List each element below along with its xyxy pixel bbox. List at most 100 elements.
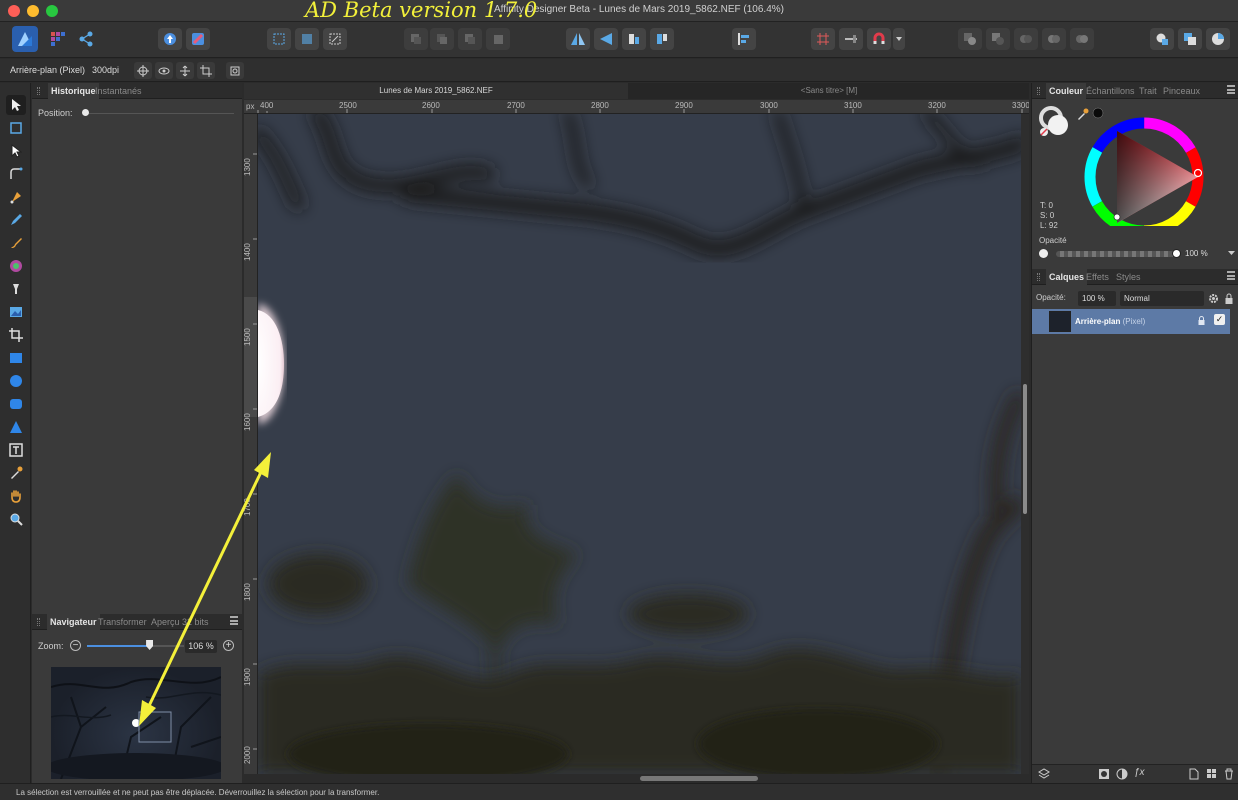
layers-stack-icon[interactable] xyxy=(1038,768,1050,780)
color-wheel[interactable] xyxy=(1079,116,1207,226)
snapping-magnet-icon[interactable] xyxy=(867,28,891,50)
boolean-subtract-icon[interactable] xyxy=(986,28,1010,50)
arrange-back-icon[interactable] xyxy=(404,28,428,50)
flip-horizontal-icon[interactable] xyxy=(566,28,590,50)
align-icon[interactable] xyxy=(732,28,756,50)
corner-tool-icon[interactable] xyxy=(6,164,26,184)
snapping-dropdown-icon[interactable] xyxy=(893,28,905,50)
boolean-intersect-icon[interactable] xyxy=(1014,28,1038,50)
pixel-persona-icon[interactable] xyxy=(46,28,70,50)
show-bounding-box-icon[interactable] xyxy=(155,62,173,79)
group-layers-icon[interactable] xyxy=(1206,768,1217,780)
select-all-icon[interactable] xyxy=(267,28,291,50)
boolean-add-icon[interactable] xyxy=(958,28,982,50)
zoom-value-field[interactable]: 106 % xyxy=(185,640,217,653)
vertical-scroll-thumb[interactable] xyxy=(1023,384,1027,514)
insert-behind-icon[interactable] xyxy=(1178,28,1202,50)
layer-row[interactable]: Arrière-plan (Pixel) ✓ xyxy=(1032,309,1230,334)
transparency-tool-icon[interactable] xyxy=(6,279,26,299)
horizontal-ruler[interactable]: px 400 2500 2600 2700 2800 2900 3000 310… xyxy=(244,100,1029,114)
delete-layer-icon[interactable] xyxy=(1224,768,1234,780)
pen-tool-icon[interactable] xyxy=(6,187,26,207)
zoom-in-icon[interactable]: + xyxy=(223,640,234,651)
frame-text-tool-icon[interactable] xyxy=(6,440,26,460)
boolean-xor-icon[interactable] xyxy=(1042,28,1066,50)
tab-32bit-preview[interactable]: Aperçu 32 bits xyxy=(151,617,209,627)
ellipse-tool-icon[interactable] xyxy=(6,371,26,391)
panel-menu-icon[interactable] xyxy=(1227,271,1235,280)
layer-settings-gear-icon[interactable] xyxy=(1208,293,1219,304)
invert-selection-icon[interactable] xyxy=(323,28,347,50)
tab-navigator[interactable]: Navigateur xyxy=(47,614,100,630)
fill-tool-icon[interactable] xyxy=(6,256,26,276)
pencil-tool-icon[interactable] xyxy=(6,210,26,230)
rotate-left-icon[interactable] xyxy=(622,28,646,50)
zoom-slider-handle[interactable] xyxy=(146,640,154,650)
vertical-scrollbar[interactable] xyxy=(1021,114,1029,774)
tab-effects[interactable]: Effets xyxy=(1086,272,1109,282)
color-opacity-value[interactable]: 100 % xyxy=(1185,247,1229,260)
arrange-forward-icon[interactable] xyxy=(458,28,482,50)
color-opacity-handle[interactable] xyxy=(1172,249,1181,258)
move-tool-icon[interactable] xyxy=(6,95,26,115)
vector-brush-tool-icon[interactable] xyxy=(6,233,26,253)
export-persona-icon[interactable] xyxy=(74,28,98,50)
history-position-track[interactable] xyxy=(84,113,234,114)
panel-grip-icon[interactable] xyxy=(1037,87,1040,95)
arrange-front-icon[interactable] xyxy=(486,28,510,50)
transform-objects-icon[interactable] xyxy=(176,62,194,79)
panel-grip-icon[interactable] xyxy=(1037,273,1040,281)
node-tool-icon[interactable] xyxy=(6,141,26,161)
persona-tools-icon[interactable] xyxy=(186,28,210,50)
layer-locked-icon[interactable] xyxy=(1198,316,1205,325)
rectangle-tool-icon[interactable] xyxy=(6,348,26,368)
insert-top-icon[interactable] xyxy=(1206,28,1230,50)
tab-brushes[interactable]: Pinceaux xyxy=(1163,86,1200,96)
tab-color[interactable]: Couleur xyxy=(1046,83,1087,99)
panel-menu-icon[interactable] xyxy=(230,616,238,625)
tab-layers[interactable]: Calques xyxy=(1046,269,1088,285)
snap-to-edges-icon[interactable] xyxy=(839,28,863,50)
zoom-tool-icon[interactable] xyxy=(6,509,26,529)
adjustment-layer-icon[interactable] xyxy=(1116,768,1128,780)
place-image-tool-icon[interactable] xyxy=(6,302,26,322)
tab-snapshots[interactable]: Instantanés xyxy=(95,86,142,96)
add-layer-icon[interactable] xyxy=(1189,768,1199,780)
layer-visibility-checkbox[interactable]: ✓ xyxy=(1214,314,1225,325)
color-opacity-slider[interactable] xyxy=(1056,251,1174,257)
mask-layer-icon[interactable] xyxy=(1098,768,1110,780)
document-canvas[interactable] xyxy=(258,114,1021,774)
tab-styles[interactable]: Styles xyxy=(1116,272,1141,282)
layer-lock-icon[interactable] xyxy=(1225,293,1233,304)
document-tab-active[interactable]: Lunes de Mars 2019_5862.NEF xyxy=(244,83,628,99)
tab-transform[interactable]: Transformer xyxy=(98,617,147,627)
crop-icon[interactable] xyxy=(197,62,215,79)
crop-tool-icon[interactable] xyxy=(6,325,26,345)
artboard-tool-icon[interactable] xyxy=(6,118,26,138)
blend-mode-select[interactable]: Normal xyxy=(1120,291,1204,306)
document-tab-untitled[interactable]: <Sans titre> [M] xyxy=(629,83,1029,99)
alignment-handles-icon[interactable] xyxy=(226,62,244,79)
arrange-backward-icon[interactable] xyxy=(430,28,454,50)
effects-icon[interactable]: ƒx xyxy=(1134,767,1145,778)
vertical-ruler[interactable]: 1300 1400 1500 1600 1700 1800 1900 2000 xyxy=(244,114,258,774)
flip-vertical-icon[interactable] xyxy=(594,28,618,50)
tab-stroke[interactable]: Trait xyxy=(1139,86,1157,96)
assistant-icon[interactable] xyxy=(158,28,182,50)
panel-grip-icon[interactable] xyxy=(37,87,40,95)
tab-swatches[interactable]: Échantillons xyxy=(1086,86,1135,96)
insert-inside-icon[interactable] xyxy=(1150,28,1174,50)
transform-origin-icon[interactable] xyxy=(134,62,152,79)
navigator-thumbnail[interactable] xyxy=(51,667,221,779)
designer-persona-icon[interactable] xyxy=(12,26,38,52)
hand-tool-icon[interactable] xyxy=(6,486,26,506)
panel-grip-icon[interactable] xyxy=(37,618,40,626)
history-position-slider[interactable] xyxy=(82,109,89,116)
layer-opacity-field[interactable]: 100 % xyxy=(1078,291,1116,306)
rounded-rectangle-tool-icon[interactable] xyxy=(6,394,26,414)
fill-stroke-swatch[interactable] xyxy=(1038,105,1074,137)
opacity-dropdown-icon[interactable] xyxy=(1228,251,1235,256)
deselect-icon[interactable] xyxy=(295,28,319,50)
triangle-tool-icon[interactable] xyxy=(6,417,26,437)
color-picker-tool-icon[interactable] xyxy=(6,463,26,483)
